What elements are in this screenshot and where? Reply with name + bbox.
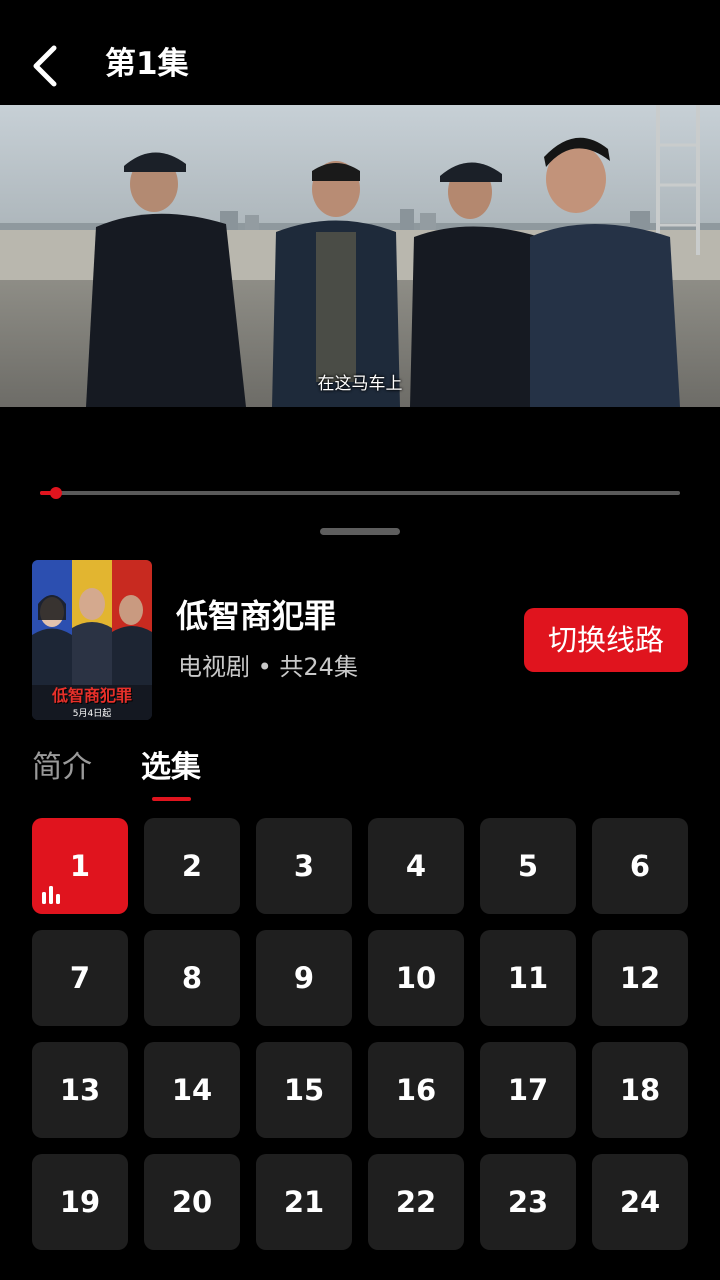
tab-episodes[interactable]: 选集 <box>141 748 201 788</box>
drag-handle[interactable] <box>320 528 400 535</box>
episode-button[interactable]: 5 <box>480 818 576 914</box>
progress-bar[interactable] <box>40 487 680 499</box>
show-meta: 电视剧 • 共24集 <box>178 653 358 681</box>
episode-number: 1 <box>69 849 91 883</box>
episode-button[interactable]: 10 <box>368 930 464 1026</box>
episode-number: 4 <box>405 849 427 883</box>
episode-number: 21 <box>283 1185 325 1219</box>
episode-number: 23 <box>507 1185 549 1219</box>
episode-number: 18 <box>619 1073 661 1107</box>
episode-title: 第1集 <box>105 46 189 82</box>
episode-number: 3 <box>293 849 315 883</box>
episode-number: 5 <box>517 849 539 883</box>
episode-button[interactable]: 17 <box>480 1042 576 1138</box>
episode-number: 9 <box>293 961 315 995</box>
progress-knob[interactable] <box>50 487 62 499</box>
episode-number: 2 <box>181 849 203 883</box>
episode-number: 19 <box>59 1185 101 1219</box>
episode-number: 20 <box>171 1185 213 1219</box>
poster-title: 低智商犯罪 <box>51 686 132 705</box>
episode-button[interactable]: 13 <box>32 1042 128 1138</box>
episode-button[interactable]: 2 <box>144 818 240 914</box>
episode-number: 12 <box>619 961 661 995</box>
episode-button[interactable]: 16 <box>368 1042 464 1138</box>
episode-number: 15 <box>283 1073 325 1107</box>
tab-intro[interactable]: 简介 <box>32 748 92 788</box>
episode-number: 11 <box>507 961 549 995</box>
video-subtitle: 在这马车上 <box>317 374 403 394</box>
episode-number: 22 <box>395 1185 437 1219</box>
episode-button[interactable]: 14 <box>144 1042 240 1138</box>
top-bar: 第1集 <box>0 0 720 105</box>
person-man-jacket <box>530 137 680 407</box>
episode-button[interactable]: 6 <box>592 818 688 914</box>
episode-number: 24 <box>619 1185 661 1219</box>
episode-number: 10 <box>395 961 437 995</box>
episode-button[interactable]: 8 <box>144 930 240 1026</box>
episode-button[interactable]: 3 <box>256 818 352 914</box>
episode-button[interactable]: 23 <box>480 1154 576 1250</box>
video-player[interactable]: 在这马车上 <box>0 105 720 407</box>
now-playing-icon <box>42 886 60 904</box>
episode-button[interactable]: 4 <box>368 818 464 914</box>
episode-button[interactable]: 19 <box>32 1154 128 1250</box>
episode-number: 17 <box>507 1073 549 1107</box>
episode-button[interactable]: 20 <box>144 1154 240 1250</box>
episode-button[interactable]: 24 <box>592 1154 688 1250</box>
show-title: 低智商犯罪 <box>176 597 337 635</box>
episode-button[interactable]: 22 <box>368 1154 464 1250</box>
episode-number: 16 <box>395 1073 437 1107</box>
switch-source-button[interactable]: 切换线路 <box>524 608 688 672</box>
episode-button[interactable]: 18 <box>592 1042 688 1138</box>
poster-date: 5月4日起 <box>72 709 112 719</box>
episode-grid: 1 2 3 4 5 6 7 8 9 10 11 12 13 14 15 16 17 18 19 20 21 22 23 24 <box>32 818 688 1250</box>
episode-number: 8 <box>181 961 203 995</box>
tab-active-indicator <box>152 797 191 801</box>
episode-button[interactable]: 11 <box>480 930 576 1026</box>
episode-button[interactable]: 1 <box>32 818 128 914</box>
person-police-left <box>86 152 246 407</box>
show-poster[interactable]: 低智商犯罪 5月4日起 <box>32 560 152 720</box>
episode-button[interactable]: 12 <box>592 930 688 1026</box>
chevron-left-icon <box>33 45 57 87</box>
episode-button[interactable]: 21 <box>256 1154 352 1250</box>
episode-button[interactable]: 9 <box>256 930 352 1026</box>
back-button[interactable] <box>22 38 66 94</box>
episode-number: 13 <box>59 1073 101 1107</box>
episode-button[interactable]: 7 <box>32 930 128 1026</box>
episode-number: 7 <box>69 961 91 995</box>
episode-number: 14 <box>171 1073 213 1107</box>
episode-button[interactable]: 15 <box>256 1042 352 1138</box>
episode-number: 6 <box>629 849 651 883</box>
